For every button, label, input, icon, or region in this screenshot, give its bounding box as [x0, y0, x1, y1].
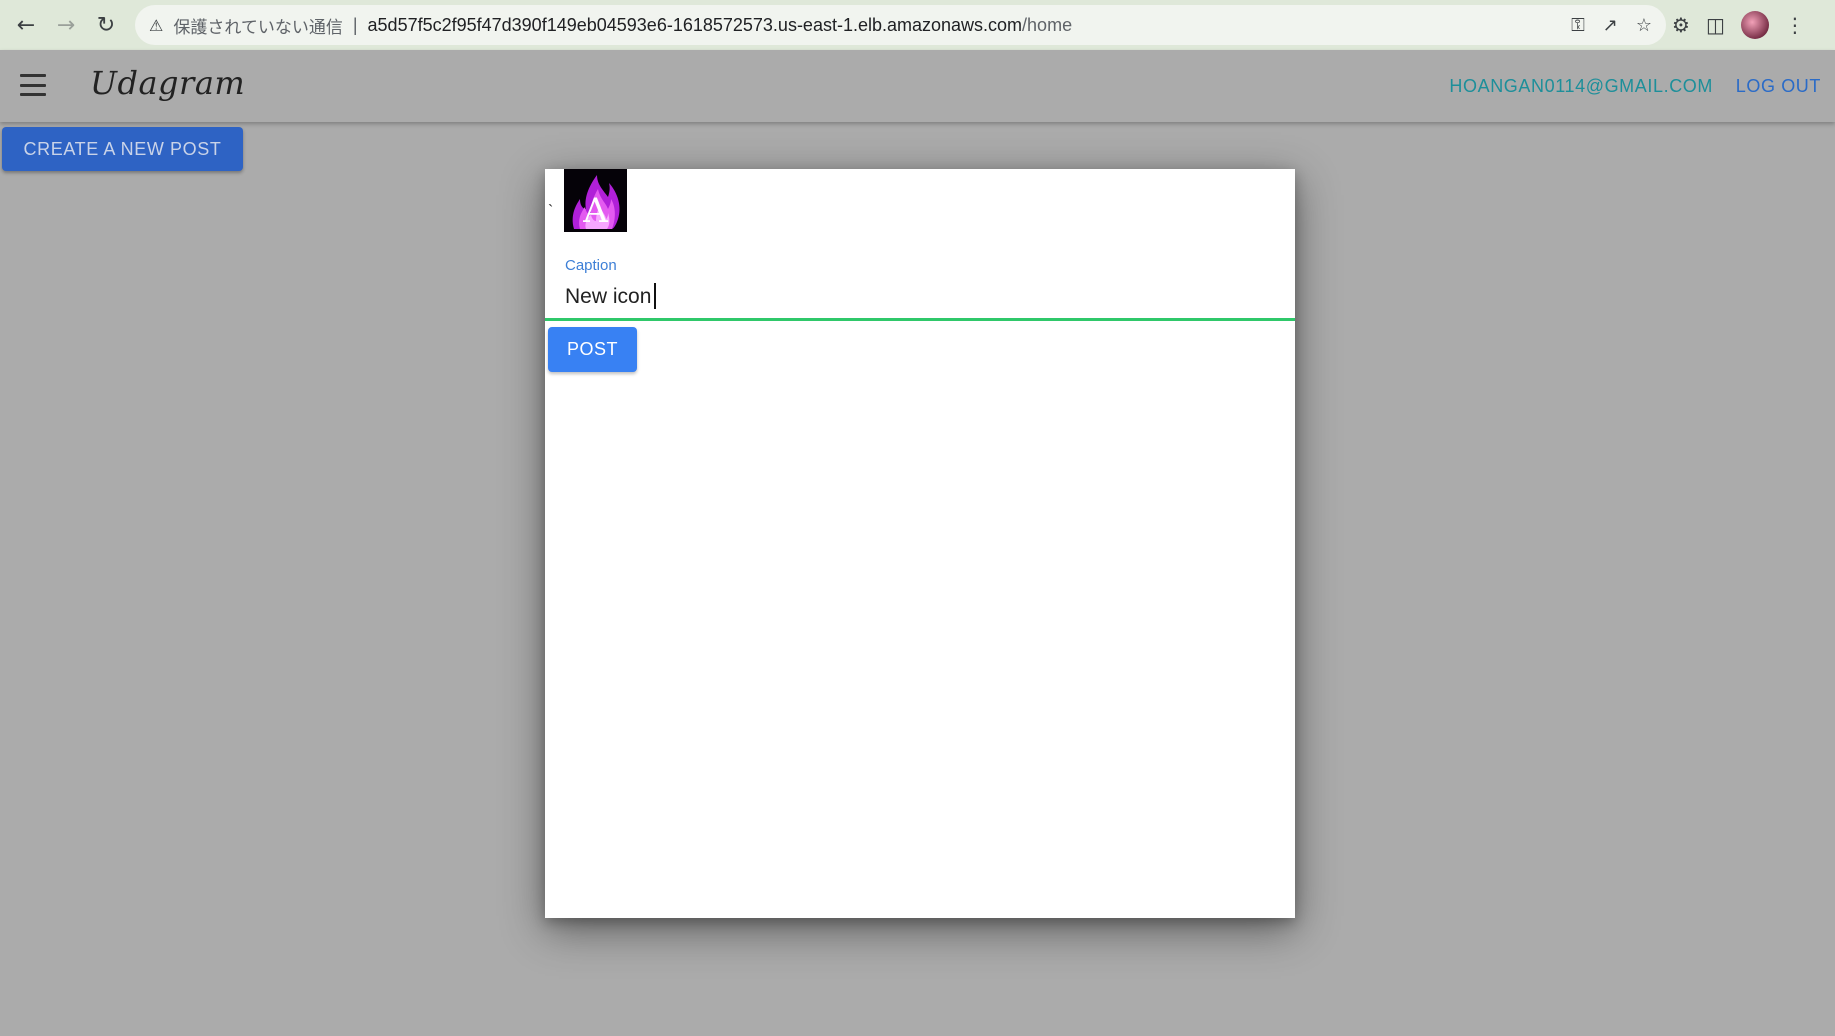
- address-bar[interactable]: ⚠ 保護されていない通信 | a5d57f5c2f95f47d390f149eb…: [135, 5, 1666, 45]
- logout-button[interactable]: LOG OUT: [1736, 76, 1821, 97]
- browser-toolbar: ← → ↻ ⚠ 保護されていない通信 | a5d57f5c2f95f47d390…: [0, 0, 1835, 50]
- post-button[interactable]: POST: [548, 327, 637, 372]
- forward-icon[interactable]: →: [46, 5, 86, 45]
- side-panel-icon[interactable]: ◫: [1706, 13, 1725, 37]
- share-icon[interactable]: ↗: [1603, 15, 1618, 36]
- brand-logo[interactable]: Udagram: [90, 64, 245, 102]
- star-icon[interactable]: ☆: [1636, 15, 1652, 36]
- menu-icon[interactable]: [20, 74, 46, 96]
- caption-label: Caption: [565, 257, 617, 274]
- profile-avatar[interactable]: [1740, 11, 1769, 39]
- extensions-icon[interactable]: ⚙: [1672, 13, 1690, 37]
- image-preview: A: [564, 169, 627, 232]
- flame-letter-icon: A: [564, 169, 627, 232]
- url-path: /home: [1022, 14, 1073, 35]
- back-icon[interactable]: ←: [6, 5, 46, 45]
- key-icon[interactable]: ⚿: [1571, 15, 1585, 36]
- app-toolbar: Udagram HOANGAN0114@GMAIL.COM LOG OUT: [0, 50, 1835, 122]
- caption-input[interactable]: [545, 275, 1295, 321]
- stray-character: `: [548, 203, 554, 220]
- warning-icon: ⚠: [149, 15, 164, 35]
- user-email-link[interactable]: HOANGAN0114@GMAIL.COM: [1449, 76, 1713, 97]
- more-options-icon[interactable]: ⋮: [1785, 13, 1805, 37]
- url-separator: |: [352, 14, 358, 35]
- reload-icon[interactable]: ↻: [86, 5, 126, 45]
- security-label: 保護されていない通信: [173, 17, 343, 38]
- create-new-post-button[interactable]: CREATE A NEW POST: [2, 127, 243, 171]
- text-caret: [654, 283, 656, 309]
- svg-text:A: A: [582, 191, 608, 231]
- new-post-modal: ` A Caption POST: [545, 169, 1295, 918]
- url-host: a5d57f5c2f95f47d390f149eb04593e6-1618572…: [367, 14, 1023, 35]
